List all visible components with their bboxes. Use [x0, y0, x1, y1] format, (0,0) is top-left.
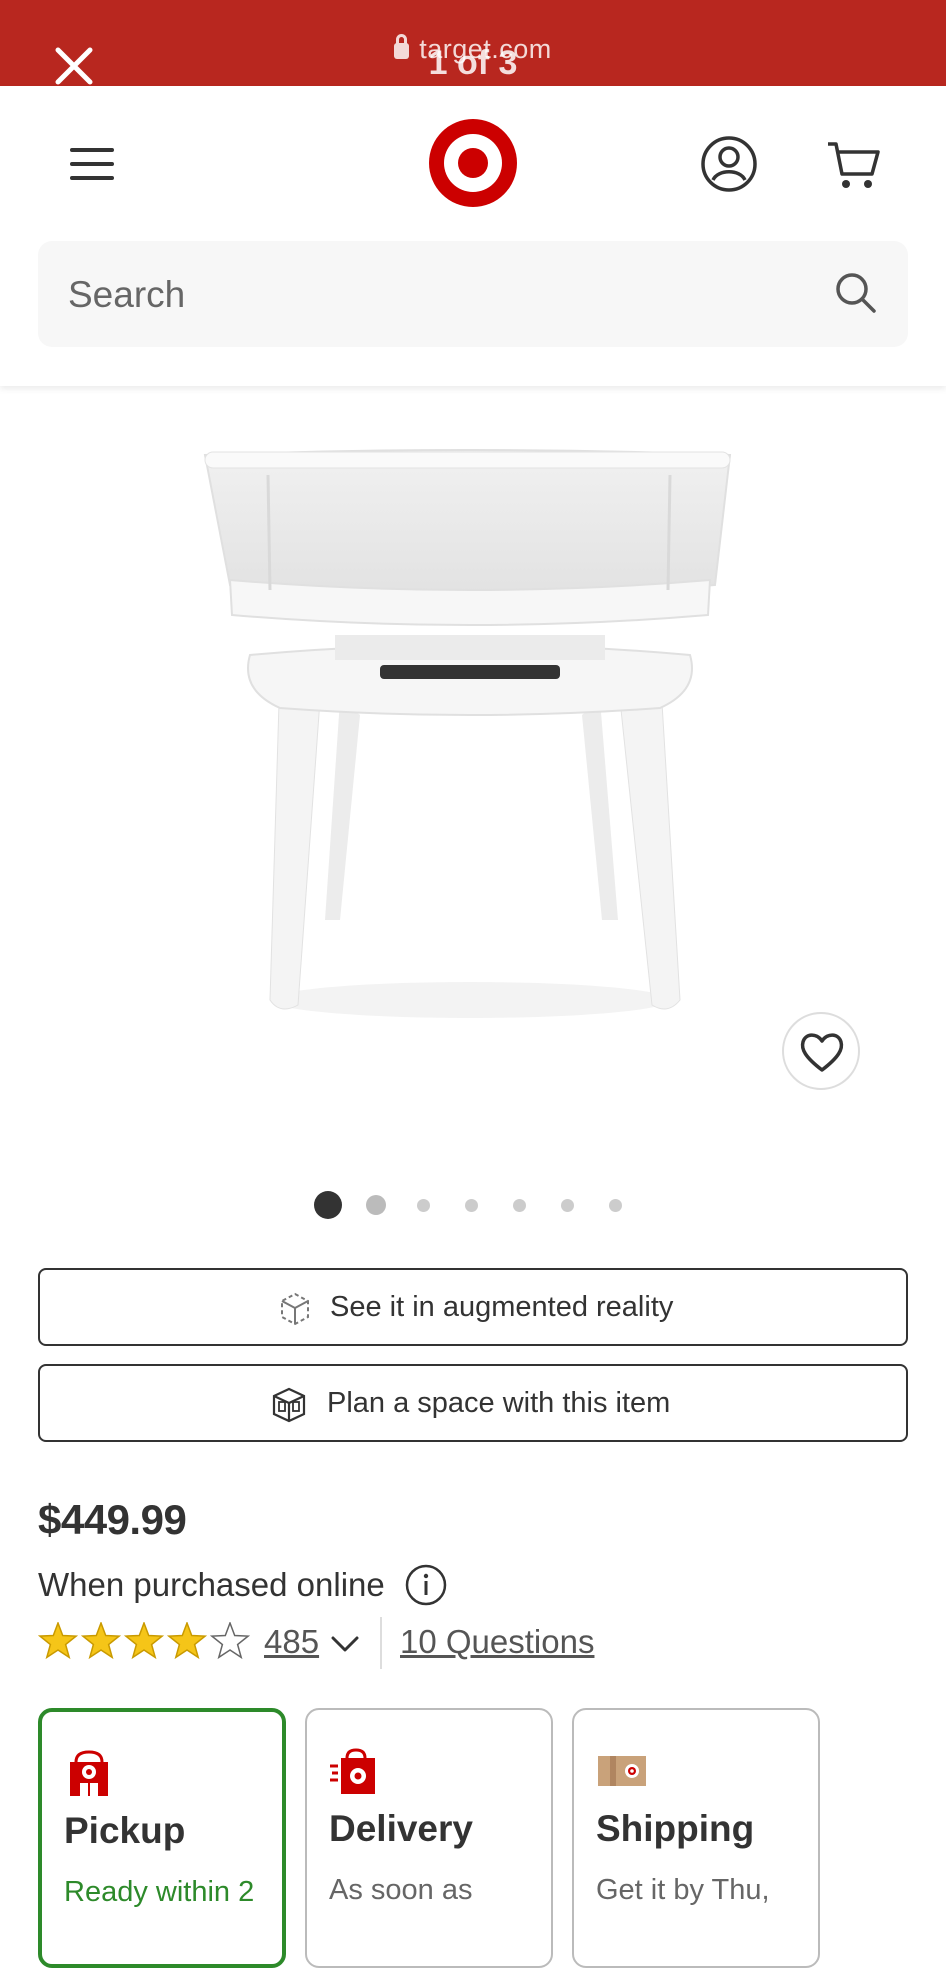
favorite-button[interactable]: [782, 1012, 860, 1090]
search-input[interactable]: Search: [38, 241, 908, 347]
ar-button-label: See it in augmented reality: [330, 1291, 674, 1323]
shipping-box-icon: [598, 1756, 646, 1786]
carousel-dot-2[interactable]: [366, 1195, 386, 1215]
pickup-title: Pickup: [64, 1810, 186, 1851]
carousel-dot-3[interactable]: [417, 1199, 430, 1212]
delivery-bag-icon: [330, 1748, 375, 1794]
star-filled-icon: [80, 1622, 122, 1660]
browser-top-bar: target.com 1 of 3: [0, 0, 946, 86]
account-icon[interactable]: [700, 135, 758, 193]
search-icon[interactable]: [834, 271, 878, 315]
menu-icon[interactable]: [70, 148, 114, 180]
divider: [380, 1617, 382, 1669]
product-price: $449.99: [38, 1496, 187, 1543]
delivery-title: Delivery: [329, 1808, 473, 1849]
shipping-option-card[interactable]: Shipping Get it by Thu,: [572, 1708, 820, 1968]
heart-icon: [800, 1033, 844, 1072]
image-counter: 1 of 3: [428, 44, 518, 82]
room-plan-icon: [272, 1387, 306, 1423]
star-filled-icon: [123, 1622, 165, 1660]
carousel-dot-5[interactable]: [513, 1199, 526, 1212]
price-note: When purchased online: [38, 1566, 385, 1603]
product-image[interactable]: [190, 440, 750, 1030]
star-empty-icon: [209, 1622, 251, 1660]
pickup-option-card[interactable]: Pickup Ready within 2: [38, 1708, 286, 1968]
chevron-down-icon[interactable]: [330, 1634, 360, 1654]
augmented-reality-button[interactable]: See it in augmented reality: [38, 1268, 908, 1346]
target-logo[interactable]: [428, 118, 518, 208]
plan-button-label: Plan a space with this item: [327, 1387, 671, 1419]
carousel-dot-1[interactable]: [314, 1191, 342, 1219]
carousel-dot-7[interactable]: [609, 1199, 622, 1212]
review-count-link[interactable]: 485: [264, 1623, 319, 1661]
star-filled-icon: [166, 1622, 208, 1660]
carousel-dot-4[interactable]: [465, 1199, 478, 1212]
questions-link[interactable]: 10 Questions: [400, 1623, 594, 1661]
pickup-subtitle: Ready within 2: [64, 1876, 255, 1908]
cart-icon[interactable]: [826, 136, 882, 192]
carousel-dot-6[interactable]: [561, 1199, 574, 1212]
info-icon[interactable]: [405, 1564, 447, 1606]
pickup-store-icon: [70, 1750, 108, 1796]
star-filled-icon: [38, 1622, 79, 1660]
ar-cube-icon: [281, 1292, 309, 1326]
shipping-title: Shipping: [596, 1808, 755, 1849]
shipping-subtitle: Get it by Thu,: [596, 1874, 770, 1906]
delivery-subtitle: As soon as: [329, 1874, 473, 1906]
search-placeholder: Search: [68, 274, 186, 315]
rating-stars[interactable]: [38, 1622, 258, 1662]
plan-space-button[interactable]: Plan a space with this item: [38, 1364, 908, 1442]
delivery-option-card[interactable]: Delivery As soon as: [305, 1708, 553, 1968]
